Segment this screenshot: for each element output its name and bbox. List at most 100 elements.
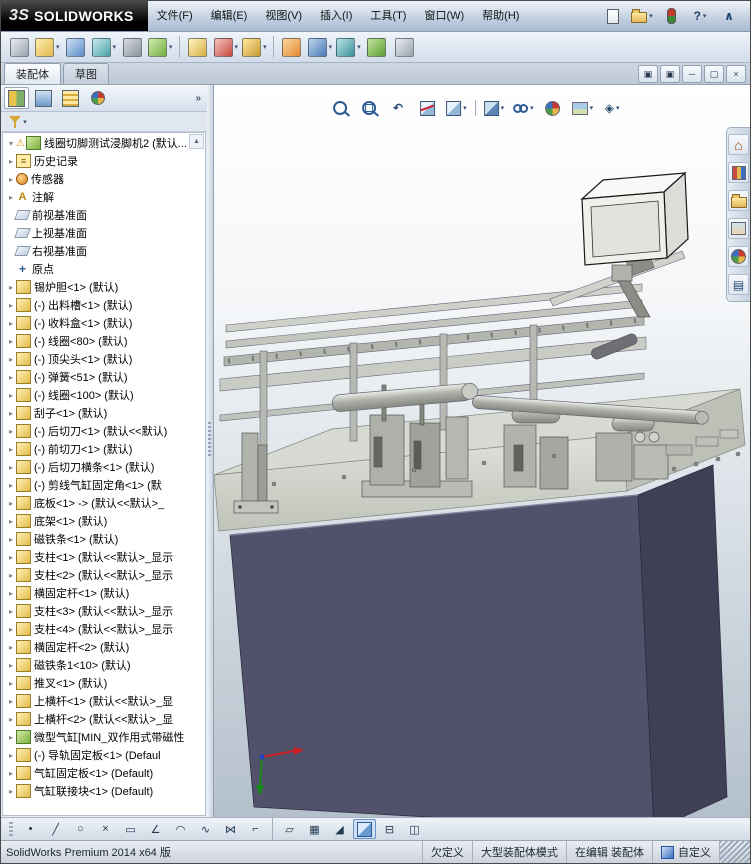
expand-arrow-icon[interactable]: ▸ <box>6 445 16 454</box>
panel-splitter[interactable] <box>207 85 214 817</box>
tree-row[interactable]: ▸ (-) 出料槽<1> (默认) <box>3 296 205 314</box>
tree-row[interactable]: 右视基准面 <box>3 242 205 260</box>
tree-row[interactable]: ▸ 上横杆<2> (默认<<默认>_显 <box>3 710 205 728</box>
menu-item[interactable]: 编辑(E) <box>202 1 257 31</box>
sketch-circle-button[interactable]: ○ <box>69 819 92 839</box>
tree-row[interactable]: ▸ 横固定杆<2> (默认) <box>3 638 205 656</box>
move-component-button[interactable]: ▾ <box>147 34 174 60</box>
resources-home-button[interactable]: ⌂ <box>728 134 749 155</box>
tree-row[interactable]: ▸ (-) 收料盒<1> (默认) <box>3 314 205 332</box>
tree-row[interactable]: ▸ (-) 前切刀<1> (默认) <box>3 440 205 458</box>
expand-arrow-icon[interactable]: ▸ <box>6 391 16 400</box>
trim-entities-button[interactable]: × <box>94 819 117 839</box>
menu-item[interactable]: 插入(I) <box>311 1 361 31</box>
sketch-point-button[interactable]: • <box>19 819 42 839</box>
featuremanager-tab[interactable] <box>4 87 29 109</box>
expand-arrow-icon[interactable]: ▸ <box>6 319 16 328</box>
tree-row[interactable]: ▸ ≡ 历史记录 <box>3 152 205 170</box>
expand-arrow-icon[interactable]: ▸ <box>6 499 16 508</box>
section-line-button[interactable]: ◢ <box>328 819 351 839</box>
close-button[interactable]: × <box>726 65 746 83</box>
status-customize-cell[interactable]: 自定义 <box>652 841 719 863</box>
custom-properties-button[interactable]: ▤ <box>728 274 749 295</box>
expand-arrow-icon[interactable]: ▸ <box>6 607 16 616</box>
tree-row[interactable]: ▸ 上横杆<1> (默认<<默认>_显 <box>3 692 205 710</box>
tree-row[interactable]: ▸ (-) 弹簧<51> (默认) <box>3 368 205 386</box>
view-orientation-button[interactable]: ▾ <box>445 97 468 119</box>
expand-arrow-icon[interactable]: ▸ <box>6 427 16 436</box>
expand-arrow-icon[interactable]: ▸ <box>6 193 16 202</box>
tree-row[interactable]: ▸ (-) 剪线气缸固定角<1> (默 <box>3 476 205 494</box>
external-references-button[interactable] <box>392 34 418 60</box>
sketch-line-button[interactable]: ╱ <box>44 819 67 839</box>
expand-arrow-icon[interactable]: ▾ <box>6 139 16 148</box>
reference-plane-button[interactable]: ▱ <box>278 819 301 839</box>
new-motion-study-button[interactable] <box>279 34 305 60</box>
solidworks-resources-button[interactable] <box>658 3 684 29</box>
tree-row[interactable]: ▸ A 注解 <box>3 188 205 206</box>
expand-arrow-icon[interactable]: ▸ <box>6 715 16 724</box>
tab-草图[interactable]: 草图 <box>63 63 109 84</box>
apply-scene-button[interactable]: ▾ <box>571 97 595 119</box>
tree-scroll-up-button[interactable]: ▲ <box>189 134 204 149</box>
assembly-features-button[interactable]: ▾ <box>213 34 240 60</box>
tree-row[interactable]: ▸ 磁铁条<1> (默认) <box>3 530 205 548</box>
previous-view-button[interactable]: ↶ <box>387 97 409 119</box>
tree-row[interactable]: ▸ (-) 顶尖头<1> (默认) <box>3 350 205 368</box>
expand-arrow-icon[interactable]: ▸ <box>6 337 16 346</box>
tree-row[interactable]: ▸ (-) 线圈<100> (默认) <box>3 386 205 404</box>
menu-item[interactable]: 窗口(W) <box>415 1 473 31</box>
tree-row[interactable]: ▸ 支柱<4> (默认<<默认>_显示 <box>3 620 205 638</box>
sketch-arc-button[interactable]: ◠ <box>169 819 192 839</box>
expand-arrow-icon[interactable]: ▸ <box>6 679 16 688</box>
expand-arrow-icon[interactable]: ▸ <box>6 571 16 580</box>
expand-arrow-icon[interactable]: ▸ <box>6 481 16 490</box>
linear-component-pattern-button[interactable]: ▾ <box>91 34 118 60</box>
mirror-entities-button[interactable]: ⋈ <box>219 819 242 839</box>
expand-arrow-icon[interactable]: ▸ <box>6 157 16 166</box>
tree-row[interactable]: ▸ (-) 线圈<80> (默认) <box>3 332 205 350</box>
expand-arrow-icon[interactable]: ▸ <box>6 355 16 364</box>
menu-item[interactable]: 视图(V) <box>256 1 311 31</box>
zoom-to-fit-button[interactable] <box>329 97 351 119</box>
split-vertical-button[interactable]: ◫ <box>403 819 426 839</box>
tree-row[interactable]: ▸ 支柱<1> (默认<<默认>_显示 <box>3 548 205 566</box>
graphics-area[interactable]: ↶ ▾ ▾ ▾ ▾ ◈ ▾ ⌂ ▤ <box>214 85 750 817</box>
expand-arrow-icon[interactable]: ▸ <box>6 175 16 184</box>
file-explorer-button[interactable] <box>728 190 749 211</box>
window-list-button[interactable]: ▣ <box>638 65 658 83</box>
tree-row[interactable]: ▸ 支柱<3> (默认<<默认>_显示 <box>3 602 205 620</box>
tree-row[interactable]: ▸ 刮子<1> (默认) <box>3 404 205 422</box>
new-document-button[interactable] <box>600 3 626 29</box>
zoom-to-area-button[interactable] <box>358 97 380 119</box>
expand-arrow-icon[interactable]: ▸ <box>6 373 16 382</box>
expand-arrow-icon[interactable]: ▸ <box>6 589 16 598</box>
view-palette-button[interactable] <box>728 218 749 239</box>
shaded-with-edges-button[interactable] <box>353 819 376 839</box>
open-button[interactable]: ▾ <box>629 3 655 29</box>
tree-row[interactable]: ▸ 气缸联接块<1> (Default) <box>3 782 205 800</box>
menu-item[interactable]: 文件(F) <box>148 1 202 31</box>
viewport-3d-model[interactable] <box>214 85 750 817</box>
collapse-menubar-button[interactable]: ∧ <box>716 3 742 29</box>
section-view-button[interactable] <box>416 97 438 119</box>
expand-arrow-icon[interactable]: ▸ <box>6 409 16 418</box>
menu-item[interactable]: 工具(T) <box>361 1 415 31</box>
expand-arrow-icon[interactable]: ▸ <box>6 643 16 652</box>
hide-show-items-button[interactable]: ▾ <box>512 97 535 119</box>
expand-arrow-icon[interactable]: ▸ <box>6 787 16 796</box>
edit-component-button[interactable] <box>6 34 32 60</box>
expand-arrow-icon[interactable]: ▸ <box>6 661 16 670</box>
tree-row[interactable]: ▸ 支柱<2> (默认<<默认>_显示 <box>3 566 205 584</box>
exploded-view-button[interactable]: ▾ <box>335 34 362 60</box>
edit-appearance-button[interactable] <box>542 97 564 119</box>
instant3d-button[interactable] <box>364 34 390 60</box>
view-settings-button[interactable]: ◈ ▾ <box>601 97 623 119</box>
tree-row[interactable]: 前视基准面 <box>3 206 205 224</box>
window-tile-button[interactable]: ▣ <box>660 65 680 83</box>
offset-entities-button[interactable]: ⌐ <box>244 819 267 839</box>
expand-arrow-icon[interactable]: ▸ <box>6 625 16 634</box>
model-cluster-b[interactable] <box>503 406 569 490</box>
display-style-button[interactable]: ▾ <box>483 97 506 119</box>
expand-arrow-icon[interactable]: ▸ <box>6 553 16 562</box>
